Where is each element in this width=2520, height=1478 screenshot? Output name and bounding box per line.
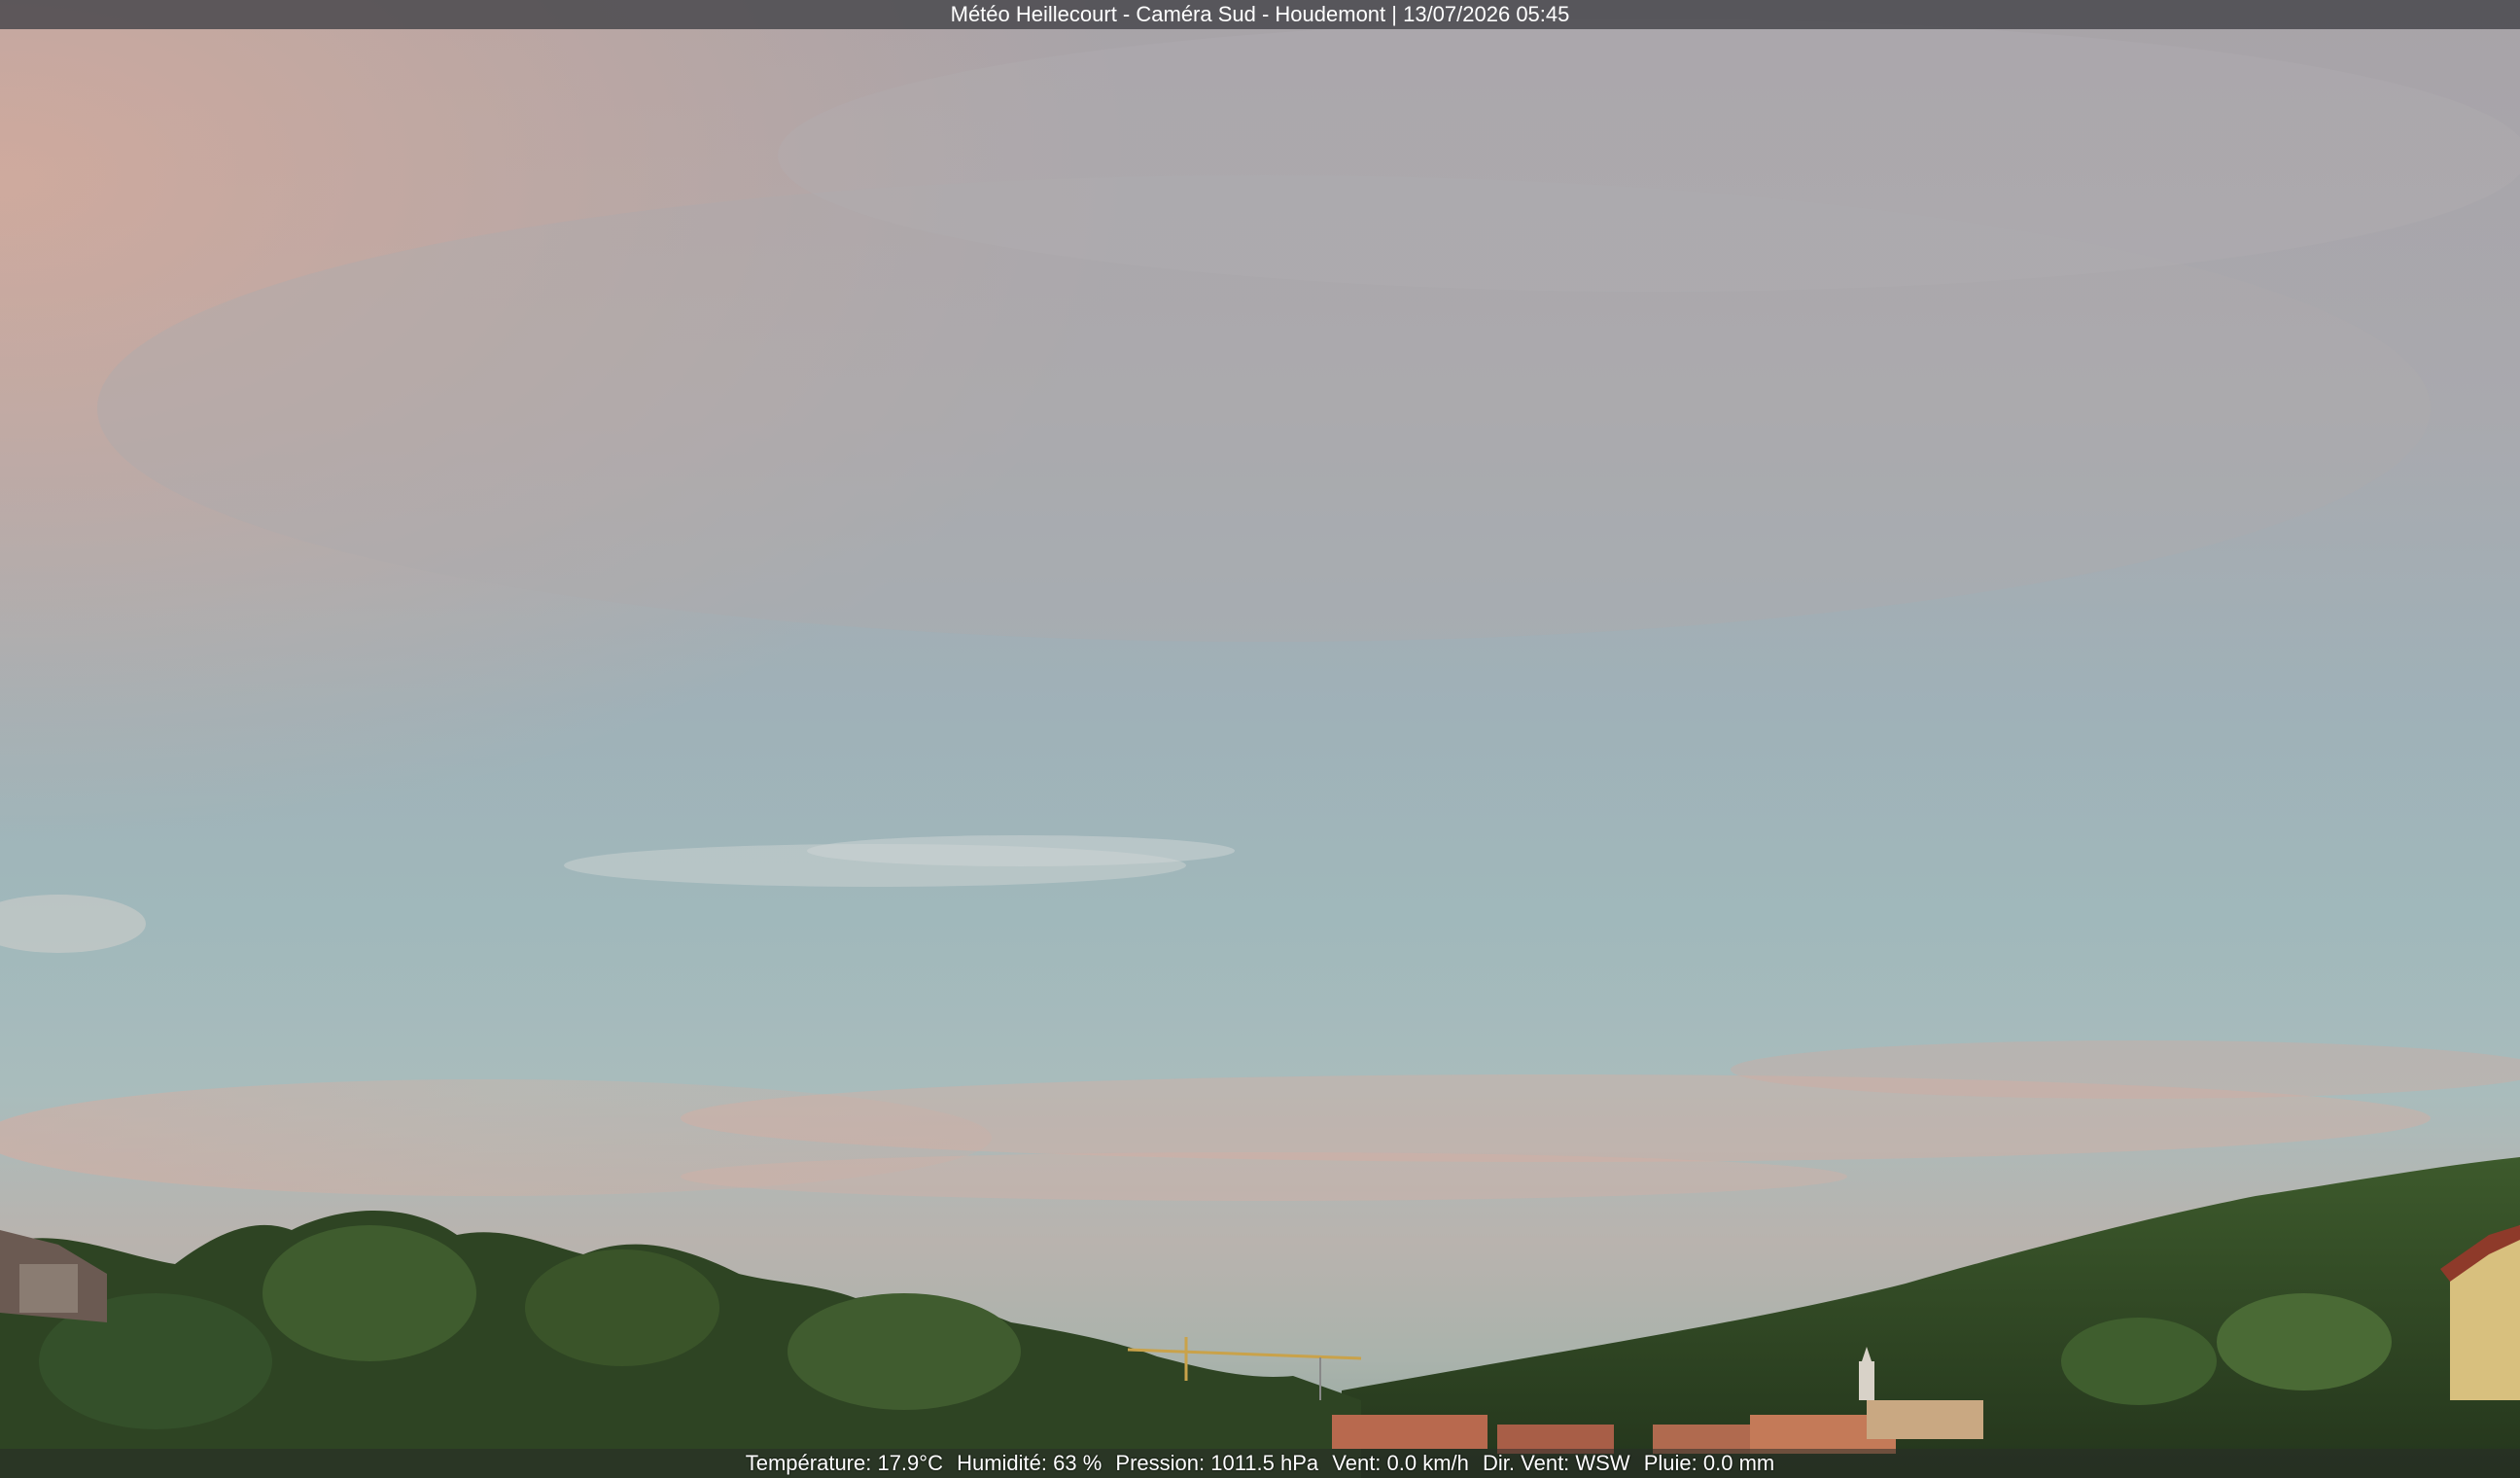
camera-title-caption: Météo Heillecourt - Caméra Sud - Houdemo…: [0, 0, 2520, 29]
wind-speed-reading: Vent: 0.0 km/h: [1332, 1451, 1469, 1475]
webcam-image: [0, 0, 2520, 1478]
pressure-reading: Pression: 1011.5 hPa: [1115, 1451, 1319, 1475]
rain-reading: Pluie: 0.0 mm: [1643, 1451, 1775, 1475]
weather-data-caption: Température: 17.9°C Humidité: 63 % Press…: [0, 1449, 2520, 1478]
wind-direction-reading: Dir. Vent: WSW: [1483, 1451, 1630, 1475]
webcam-frame: Météo Heillecourt - Caméra Sud - Houdemo…: [0, 0, 2520, 1478]
humidity-reading: Humidité: 63 %: [957, 1451, 1102, 1475]
temperature-reading: Température: 17.9°C: [745, 1451, 943, 1475]
